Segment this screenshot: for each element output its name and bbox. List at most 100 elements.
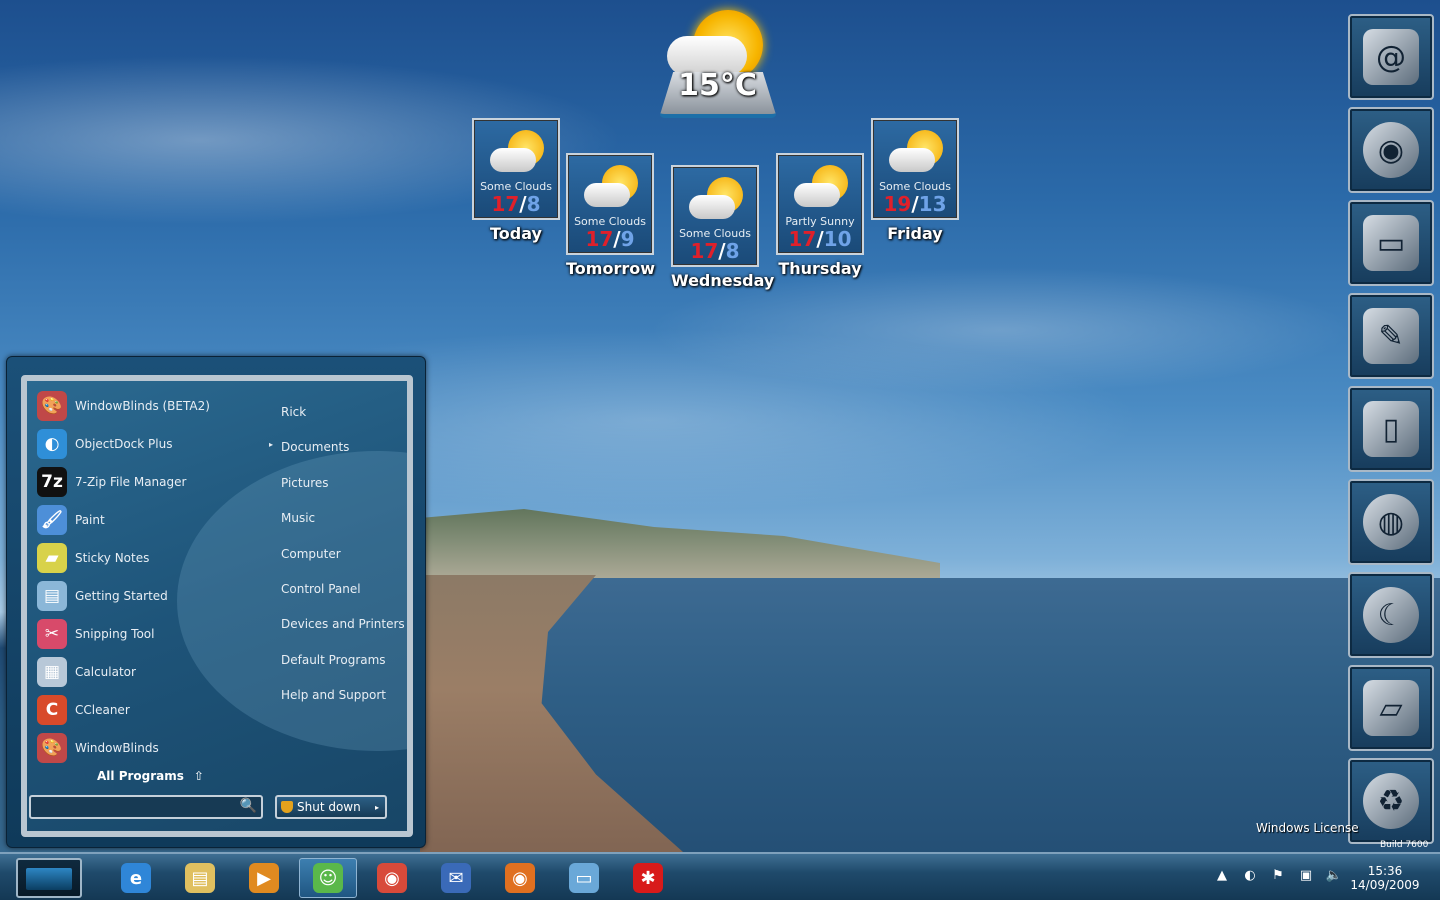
system-tray: ▲ ◐ ⚑ ▣ 🔈: [1212, 868, 1344, 886]
forecast-temps: 19/13: [873, 192, 957, 216]
place-item[interactable]: Default Programs: [281, 653, 407, 688]
all-programs-label: All Programs: [97, 769, 184, 783]
forecast-day: Friday: [887, 224, 943, 243]
network-icon[interactable]: ▣: [1296, 868, 1316, 886]
program-label: ObjectDock Plus: [75, 437, 173, 451]
forecast-temps: 17/10: [778, 227, 862, 251]
place-item[interactable]: Music: [281, 511, 407, 546]
forecast-day: Tomorrow: [566, 259, 655, 278]
taskbar-button[interactable]: ◉: [491, 858, 549, 898]
program-label: Paint: [75, 513, 105, 527]
start-menu: 🎨 WindowBlinds (BETA2) ◐ ObjectDock Plus ▸ 7z…: [6, 356, 426, 848]
remote-desktop-icon: ▭: [569, 863, 599, 893]
7zip-icon: 7z: [37, 467, 67, 497]
dock-item[interactable]: ◍: [1348, 479, 1434, 565]
program-item[interactable]: C CCleaner: [33, 691, 273, 729]
cloud-icon: [794, 183, 840, 207]
start-orb-icon: [26, 868, 72, 890]
paint-icon: 🖌: [37, 505, 67, 535]
start-button[interactable]: [16, 858, 82, 898]
place-item[interactable]: Devices and Printers: [281, 617, 407, 652]
taskbar-button[interactable]: ✱: [619, 858, 677, 898]
action-center-flag-icon[interactable]: ⚑: [1268, 868, 1288, 886]
shutdown-options-arrow-icon[interactable]: ▸: [375, 803, 379, 812]
place-item[interactable]: Documents: [281, 440, 407, 475]
program-item[interactable]: ▰ Sticky Notes: [33, 539, 273, 577]
forecast-low: 8: [725, 239, 740, 263]
place-item[interactable]: Computer: [281, 547, 407, 582]
objectdock-tray-icon[interactable]: ◐: [1240, 868, 1260, 886]
dock-item[interactable]: ☾: [1348, 572, 1434, 658]
taskbar-button[interactable]: ☺: [299, 858, 357, 898]
temp-separator: /: [911, 192, 919, 216]
forecast-tile: Some Clouds 19/13: [871, 118, 959, 220]
program-item[interactable]: ▤ Getting Started: [33, 577, 273, 615]
forecast-card[interactable]: Partly Sunny 17/10 Thursday: [776, 153, 864, 278]
dock-item[interactable]: ♻: [1348, 758, 1434, 844]
program-list: 🎨 WindowBlinds (BETA2) ◐ ObjectDock Plus ▸ 7z…: [33, 387, 273, 767]
dock-item[interactable]: ✎: [1348, 293, 1434, 379]
program-item[interactable]: 7z 7-Zip File Manager: [33, 463, 273, 501]
taskbar-button[interactable]: ▶: [235, 858, 293, 898]
dock-item[interactable]: ▯: [1348, 386, 1434, 472]
start-menu-panel: 🎨 WindowBlinds (BETA2) ◐ ObjectDock Plus ▸ 7z…: [21, 375, 413, 837]
forecast-tile: Partly Sunny 17/10: [776, 153, 864, 255]
program-item[interactable]: 🎨 WindowBlinds (BETA2): [33, 387, 273, 425]
taskbar-button[interactable]: ✉: [427, 858, 485, 898]
forecast-card[interactable]: Some Clouds 17/8 Today: [472, 118, 560, 243]
program-item[interactable]: ✂ Snipping Tool: [33, 615, 273, 653]
start-search-box[interactable]: 🔍: [29, 795, 263, 819]
taskbar-button[interactable]: ▭: [555, 858, 613, 898]
forecast-low: 13: [918, 192, 947, 216]
taskbar-button[interactable]: e: [107, 858, 165, 898]
firefox-icon: ◉: [1363, 122, 1419, 178]
place-item[interactable]: Pictures: [281, 476, 407, 511]
recycle-bin-icon: ♻: [1363, 773, 1419, 829]
cloud-icon: [490, 148, 536, 172]
program-item[interactable]: 🎨 WindowBlinds: [33, 729, 273, 767]
arrow-up-icon: ⇧: [193, 769, 204, 783]
program-item[interactable]: ◐ ObjectDock Plus ▸: [33, 425, 273, 463]
sticky-notes-icon: ▰: [37, 543, 67, 573]
forecast-tile: Some Clouds 17/9: [566, 153, 654, 255]
submenu-arrow-icon[interactable]: ▸: [269, 440, 273, 449]
volume-icon[interactable]: 🔈: [1324, 868, 1344, 886]
cloud-icon: [889, 148, 935, 172]
temp-separator: /: [718, 239, 726, 263]
all-programs-button[interactable]: All Programs ⇧: [97, 769, 204, 783]
forecast-card[interactable]: Some Clouds 17/9 Tomorrow: [566, 153, 655, 278]
program-item[interactable]: ▦ Calculator: [33, 653, 273, 691]
forecast-low: 9: [620, 227, 635, 251]
current-weather[interactable]: 15°C: [655, 10, 780, 120]
place-item[interactable]: Control Panel: [281, 582, 407, 617]
taskbar-button[interactable]: ◉: [363, 858, 421, 898]
door-icon: ▯: [1363, 401, 1419, 457]
taskbar-button[interactable]: ▤: [171, 858, 229, 898]
clock[interactable]: 15:36 14/09/2009: [1345, 864, 1425, 892]
dock-item[interactable]: ▭: [1348, 200, 1434, 286]
show-hidden-icon[interactable]: ▲: [1212, 868, 1232, 886]
forecast-card[interactable]: Some Clouds 17/8 Wednesday: [671, 165, 774, 290]
program-label: Snipping Tool: [75, 627, 155, 641]
places-list: Rick Documents Pictures Music Computer Contro…: [281, 405, 407, 724]
taskbar: e ▤ ▶ ☺ ◉ ✉ ◉ ▭ ✱ ▲ ◐ ⚑ ▣ 🔈 15:36 14/09/2009: [0, 852, 1440, 900]
object-dock: @ ◉ ▭ ✎ ▯ ◍ ☾ ▱ ♻: [1348, 14, 1436, 851]
program-item[interactable]: 🖌 Paint: [33, 501, 273, 539]
place-item[interactable]: Help and Support: [281, 688, 407, 723]
shutdown-button[interactable]: Shut down ▸: [275, 795, 387, 819]
drive-icon: ▱: [1363, 680, 1419, 736]
forecast-card[interactable]: Some Clouds 19/13 Friday: [871, 118, 959, 243]
internet-explorer-icon: e: [121, 863, 151, 893]
program-label: Calculator: [75, 665, 136, 679]
current-temperature: 15°C: [678, 68, 757, 103]
place-item[interactable]: Rick: [281, 405, 407, 440]
dock-item[interactable]: ◉: [1348, 107, 1434, 193]
search-icon[interactable]: 🔍: [240, 798, 257, 814]
temp-separator: /: [613, 227, 621, 251]
search-input[interactable]: [31, 798, 235, 818]
dock-item[interactable]: ▱: [1348, 665, 1434, 751]
moon-orbs-icon: ☾: [1363, 587, 1419, 643]
dock-item[interactable]: @: [1348, 14, 1434, 100]
forecast-tile: Some Clouds 17/8: [472, 118, 560, 220]
globe-icon: ◍: [1363, 494, 1419, 550]
